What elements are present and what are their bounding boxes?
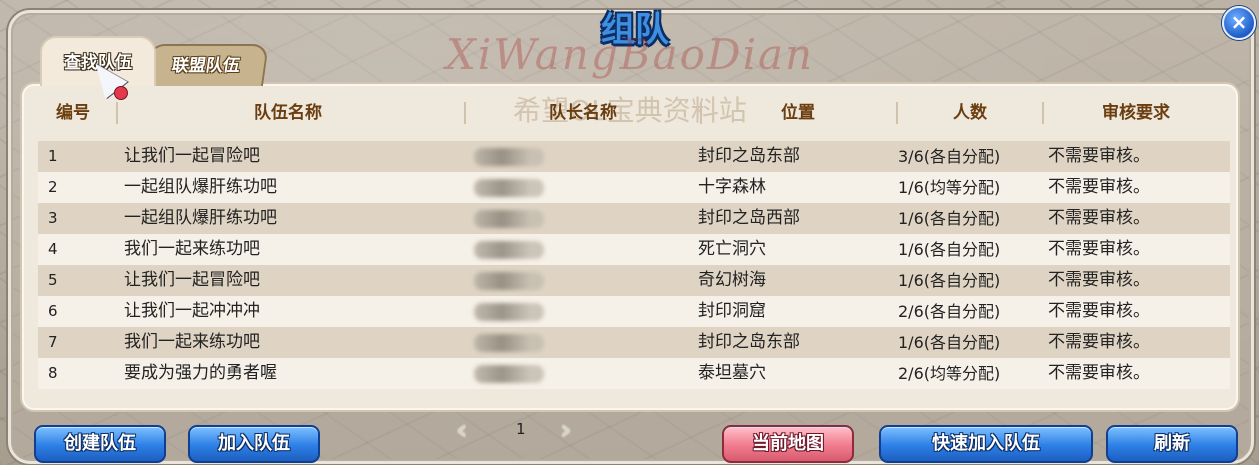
page-number: 1 bbox=[516, 420, 526, 438]
table-header: 编号 队伍名称 队长名称 位置 人数 审核要求 bbox=[38, 100, 1228, 126]
row-team-name: 让我们一起冒险吧 bbox=[124, 146, 260, 166]
current-map-button[interactable]: 当前地图 bbox=[722, 425, 854, 463]
row-member-count: 1/6(各自分配) bbox=[898, 240, 1001, 259]
table-row[interactable]: 8 要成为强力的勇者喔 泰坦墓穴 2/6(均等分配) 不需要审核。 bbox=[38, 358, 1230, 389]
row-number: 7 bbox=[48, 333, 58, 351]
table-row[interactable]: 3 一起组队爆肝练功吧 封印之岛西部 1/6(各自分配) 不需要审核。 bbox=[38, 203, 1230, 234]
tab-alliance-team[interactable]: 联盟队伍 bbox=[143, 44, 269, 86]
prev-page-icon[interactable]: ‹ bbox=[456, 416, 480, 444]
row-review-requirement: 不需要审核。 bbox=[1048, 239, 1150, 259]
row-number: 1 bbox=[48, 147, 58, 165]
refresh-button[interactable]: 刷新 bbox=[1106, 425, 1238, 463]
row-review-requirement: 不需要审核。 bbox=[1048, 177, 1150, 197]
row-member-count: 1/6(各自分配) bbox=[898, 333, 1001, 352]
row-location: 封印之岛东部 bbox=[698, 146, 800, 166]
header-leader-name: 队长名称 bbox=[549, 103, 617, 123]
row-review-requirement: 不需要审核。 bbox=[1048, 270, 1150, 290]
cursor-tip-icon bbox=[114, 86, 128, 100]
row-team-name: 我们一起来练功吧 bbox=[124, 332, 260, 352]
header-team-name: 队伍名称 bbox=[254, 103, 322, 123]
row-team-name: 一起组队爆肝练功吧 bbox=[124, 177, 277, 197]
row-member-count: 1/6(各自分配) bbox=[898, 209, 1001, 228]
join-team-button[interactable]: 加入队伍 bbox=[188, 425, 320, 463]
row-location: 封印之岛东部 bbox=[698, 332, 800, 352]
row-review-requirement: 不需要审核。 bbox=[1048, 332, 1150, 352]
row-member-count: 2/6(均等分配) bbox=[898, 364, 1001, 383]
team-list: 1 让我们一起冒险吧 封印之岛东部 3/6(各自分配) 不需要审核。 2 一起组… bbox=[38, 141, 1230, 389]
table-row[interactable]: 7 我们一起来练功吧 封印之岛东部 1/6(各自分配) 不需要审核。 bbox=[38, 327, 1230, 358]
row-member-count: 1/6(各自分配) bbox=[898, 271, 1001, 290]
row-team-name: 我们一起来练功吧 bbox=[124, 239, 260, 259]
table-row[interactable]: 4 我们一起来练功吧 死亡洞穴 1/6(各自分配) 不需要审核。 bbox=[38, 234, 1230, 265]
row-number: 5 bbox=[48, 271, 58, 289]
header-member-count: 人数 bbox=[953, 103, 987, 123]
header-divider bbox=[700, 102, 702, 124]
table-row[interactable]: 5 让我们一起冒险吧 奇幻树海 1/6(各自分配) 不需要审核。 bbox=[38, 265, 1230, 296]
row-leader-name-redacted bbox=[474, 172, 574, 203]
header-divider bbox=[464, 102, 466, 124]
row-number: 3 bbox=[48, 209, 58, 227]
quick-join-button[interactable]: 快速加入队伍 bbox=[879, 425, 1093, 463]
header-divider bbox=[1042, 102, 1044, 124]
row-leader-name-redacted bbox=[474, 358, 574, 389]
row-location: 封印洞窟 bbox=[698, 301, 766, 321]
header-divider bbox=[896, 102, 898, 124]
table-row[interactable]: 2 一起组队爆肝练功吧 十字森林 1/6(均等分配) 不需要审核。 bbox=[38, 172, 1230, 203]
row-location: 泰坦墓穴 bbox=[698, 363, 766, 383]
row-number: 6 bbox=[48, 302, 58, 320]
row-leader-name-redacted bbox=[474, 234, 574, 265]
row-team-name: 让我们一起冲冲冲 bbox=[124, 301, 260, 321]
next-page-icon[interactable]: › bbox=[560, 416, 584, 444]
table-row[interactable]: 1 让我们一起冒险吧 封印之岛东部 3/6(各自分配) 不需要审核。 bbox=[38, 141, 1230, 172]
pagination: ‹ 1 › bbox=[448, 414, 588, 450]
row-number: 4 bbox=[48, 240, 58, 258]
row-number: 2 bbox=[48, 178, 58, 196]
header-review-requirement: 审核要求 bbox=[1102, 103, 1170, 123]
row-leader-name-redacted bbox=[474, 203, 574, 234]
window-title: 组队 bbox=[601, 10, 669, 50]
row-location: 死亡洞穴 bbox=[698, 239, 766, 259]
header-number: 编号 bbox=[56, 103, 90, 123]
row-review-requirement: 不需要审核。 bbox=[1048, 301, 1150, 321]
close-icon[interactable]: × bbox=[1222, 6, 1256, 40]
row-leader-name-redacted bbox=[474, 141, 574, 172]
row-leader-name-redacted bbox=[474, 327, 574, 358]
row-team-name: 要成为强力的勇者喔 bbox=[124, 363, 277, 383]
create-team-button[interactable]: 创建队伍 bbox=[34, 425, 166, 463]
table-row[interactable]: 6 让我们一起冲冲冲 封印洞窟 2/6(各自分配) 不需要审核。 bbox=[38, 296, 1230, 327]
row-location: 奇幻树海 bbox=[698, 270, 766, 290]
row-review-requirement: 不需要审核。 bbox=[1048, 208, 1150, 228]
row-leader-name-redacted bbox=[474, 296, 574, 327]
row-member-count: 3/6(各自分配) bbox=[898, 147, 1001, 166]
row-review-requirement: 不需要审核。 bbox=[1048, 146, 1150, 166]
row-team-name: 一起组队爆肝练功吧 bbox=[124, 208, 277, 228]
row-leader-name-redacted bbox=[474, 265, 574, 296]
row-team-name: 让我们一起冒险吧 bbox=[124, 270, 260, 290]
row-member-count: 2/6(各自分配) bbox=[898, 302, 1001, 321]
header-location: 位置 bbox=[781, 103, 815, 123]
row-location: 十字森林 bbox=[698, 177, 766, 197]
row-review-requirement: 不需要审核。 bbox=[1048, 363, 1150, 383]
row-member-count: 1/6(均等分配) bbox=[898, 178, 1001, 197]
row-number: 8 bbox=[48, 364, 58, 382]
row-location: 封印之岛西部 bbox=[698, 208, 800, 228]
